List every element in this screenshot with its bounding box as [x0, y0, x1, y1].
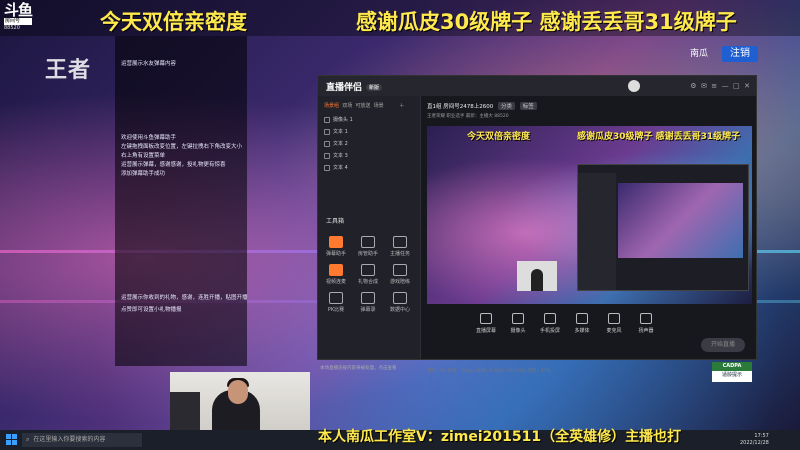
stream-stats: 帧率：60 码率：0kbps 丢帧：0.00% CPU:23% 内存：47%: [427, 369, 551, 374]
tab-scene-group[interactable]: 场景组: [324, 103, 339, 109]
menu-icon[interactable]: ≡: [711, 82, 717, 90]
tab-dual[interactable]: 双场: [342, 103, 352, 109]
overlay-text: 右上角有设置菜单: [121, 153, 166, 159]
overlay-text: 左键拖拽面板改变位置，左键拉拽右下角改变大小: [121, 144, 243, 150]
nested-app-preview: [577, 164, 749, 291]
room-info: 直1组 房间号2478上2600 分类 标签: [427, 102, 537, 110]
preview-title-right: 感谢瓜皮30级牌子 感谢丢丢哥31级牌子: [577, 132, 741, 142]
tool-game[interactable]: 游戏陪练: [388, 264, 412, 285]
streaming-app-window: 直播伴侣 新版 ⚙ ✉ ≡ — □ ✕ 场景组 双场 可放送 场景 ＋ 摄像头 1…: [317, 75, 757, 374]
speaker-button[interactable]: 扬声器: [631, 313, 661, 334]
danmu-icon: [329, 236, 343, 248]
gift-icon: [361, 264, 375, 276]
tab-playable[interactable]: 可放送: [355, 103, 370, 109]
overlay-text: 点赞即可设置小礼物播报: [121, 307, 182, 313]
eye-icon: [324, 140, 330, 147]
tool-record[interactable]: 弹幕录: [356, 292, 380, 313]
microphone-button[interactable]: 麦克风: [599, 313, 629, 334]
notice-bar[interactable]: 本场直播违规内容将被处理，点击查看: [320, 365, 418, 377]
overlay-text: 添加弹幕助手成功: [121, 171, 166, 177]
stream-title-right: 感谢瓜皮30级牌子 感谢丢丢哥31级牌子: [356, 10, 737, 34]
tool-video[interactable]: 视频连麦: [324, 264, 348, 285]
game-logo: 王者: [45, 58, 92, 83]
tool-data[interactable]: 数据中心: [388, 292, 412, 313]
source-item[interactable]: 摄像头 1: [324, 116, 353, 123]
start-live-button[interactable]: 开始直播: [701, 338, 745, 352]
preview-webcam: [517, 261, 557, 291]
source-item[interactable]: 文本 2: [324, 140, 348, 147]
overlay-text: 运营展示水友弹幕内容: [121, 61, 177, 67]
add-icon[interactable]: ＋: [399, 103, 404, 109]
toolbox-title: 工具箱: [326, 218, 345, 225]
windows-start-icon[interactable]: [6, 434, 17, 445]
tool-pk[interactable]: PK比赛: [324, 292, 348, 313]
message-icon[interactable]: ✉: [701, 82, 707, 90]
eye-icon: [324, 128, 330, 135]
room-tag[interactable]: 标签: [519, 102, 537, 110]
video-icon: [329, 264, 343, 276]
camera-button[interactable]: 摄像头: [503, 313, 533, 334]
nangua-label: 南瓜: [690, 49, 709, 59]
media-icon: [576, 313, 588, 324]
taskbar-search-input[interactable]: ⌕ 在这里输入你要搜索的内容: [22, 433, 142, 447]
scene-tabs: 场景组 双场 可放送 场景 ＋: [324, 102, 404, 109]
admin-icon: [361, 236, 375, 248]
room-tag[interactable]: 分类: [498, 102, 516, 110]
minimize-icon[interactable]: —: [722, 82, 729, 90]
scene-sidebar: 场景组 双场 可放送 场景 ＋ 摄像头 1 文本 1 文本 2 文本 3 文本 …: [318, 96, 421, 371]
system-clock[interactable]: 17:57 2022/12/28: [740, 433, 769, 447]
task-icon: [393, 236, 407, 248]
stream-preview[interactable]: 今天双倍亲密度 感谢瓜皮30级牌子 感谢丢丢哥31级牌子: [427, 126, 752, 304]
close-icon[interactable]: ✕: [744, 82, 750, 90]
logout-button[interactable]: 注销: [722, 46, 758, 62]
pk-icon: [329, 292, 343, 304]
eye-icon: [324, 116, 330, 123]
stream-title-left: 今天双倍亲密度: [100, 10, 247, 34]
microphone-icon: [608, 313, 620, 324]
tool-admin[interactable]: 房管助手: [356, 236, 380, 257]
chart-icon: [393, 292, 407, 304]
app-logo: 直播伴侣 新版: [326, 80, 383, 93]
overlay-text: 运营展示弹幕，感谢感谢，投礼物更有惊喜: [121, 162, 226, 168]
age-rating-badge: CADPA 适龄提示: [712, 362, 752, 382]
douyu-logo: 斗鱼 房间号 88520: [4, 1, 33, 31]
media-button[interactable]: 多媒体: [567, 313, 597, 334]
source-item[interactable]: 文本 1: [324, 128, 348, 135]
tool-task[interactable]: 主播任务: [388, 236, 412, 257]
eye-icon: [324, 152, 330, 159]
camera-icon: [512, 313, 524, 324]
phone-icon: [544, 313, 556, 324]
window-controls: ⚙ ✉ ≡ — □ ✕: [690, 82, 750, 90]
search-icon: ⌕: [26, 436, 30, 443]
settings-icon[interactable]: ⚙: [690, 82, 696, 90]
danmaku-overlay-panel: 运营展示水友弹幕内容 欢迎使用斗鱼弹幕助手 左键拖拽面板改变位置，左键拉拽右下角…: [115, 36, 248, 366]
source-item[interactable]: 文本 4: [324, 164, 348, 171]
tool-gift[interactable]: 礼物合成: [356, 264, 380, 285]
speaker-icon: [640, 313, 652, 324]
app-titlebar: 直播伴侣 新版 ⚙ ✉ ≡ — □ ✕: [318, 76, 756, 96]
maximize-icon[interactable]: □: [733, 82, 740, 90]
tab-scene[interactable]: 场景: [374, 103, 384, 109]
tool-danmu[interactable]: 弹幕助手: [324, 236, 348, 257]
screen-capture-button[interactable]: 直播屏幕: [471, 313, 501, 334]
source-item[interactable]: 文本 3: [324, 152, 348, 159]
main-area: 直1组 房间号2478上2600 分类 标签 王者荣耀 职业选手 最新：主播大 …: [421, 96, 756, 374]
scrolling-marquee: 本人南瓜工作室V：zimei201511（全英雄修）主播也打: [318, 429, 682, 445]
overlay-text: 运营展示你收到的礼物，感谢，连胜开播，贴图开播: [121, 295, 248, 301]
avatar[interactable]: [628, 80, 640, 92]
preview-title-left: 今天双倍亲密度: [467, 132, 531, 142]
game-icon: [393, 264, 407, 276]
record-icon: [361, 292, 375, 304]
monitor-icon: [480, 313, 492, 324]
room-subinfo: 王者荣耀 职业选手 最新：主播大 88520: [427, 114, 509, 119]
eye-icon: [324, 164, 330, 171]
phone-cast-button[interactable]: 手机投屏: [535, 313, 565, 334]
overlay-text: 欢迎使用斗鱼弹幕助手: [121, 135, 177, 141]
